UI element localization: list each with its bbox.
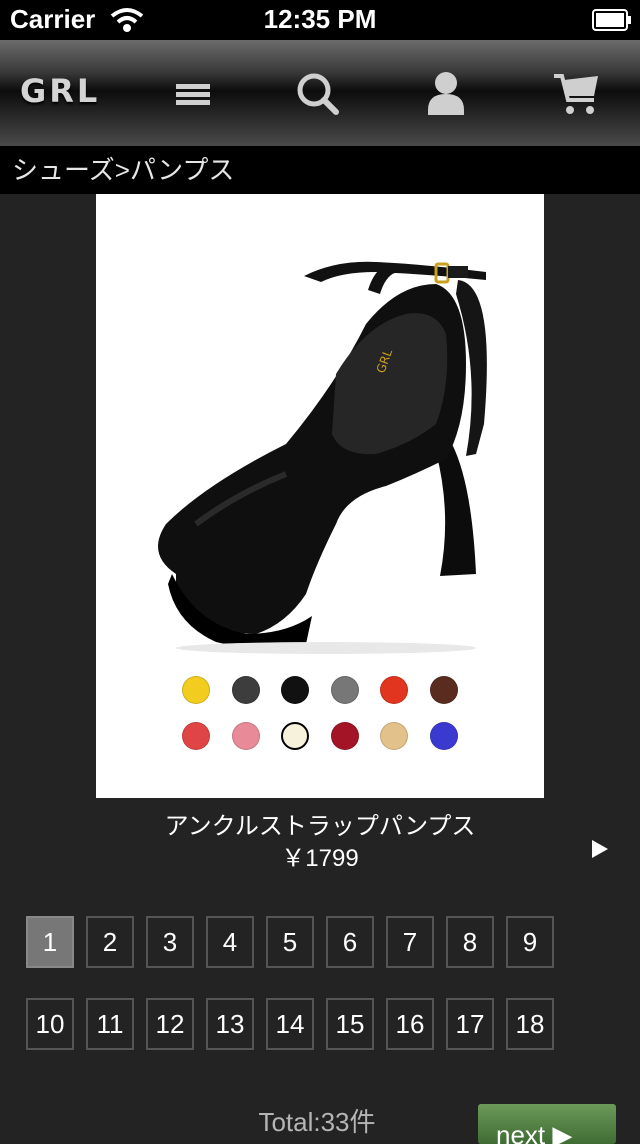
color-swatch[interactable] xyxy=(330,676,359,704)
color-swatch[interactable] xyxy=(429,676,458,704)
page-button[interactable]: 16 xyxy=(386,998,434,1050)
next-button[interactable]: next ▶ xyxy=(478,1104,616,1144)
product-name[interactable]: アンクルストラップパンプス xyxy=(0,806,640,841)
product-price: ￥1799 xyxy=(281,845,359,872)
color-swatch[interactable] xyxy=(429,722,458,750)
color-swatch[interactable] xyxy=(182,722,210,750)
page-button[interactable]: 15 xyxy=(326,998,374,1050)
page-button[interactable]: 3 xyxy=(146,916,194,968)
color-swatches xyxy=(182,676,458,768)
color-swatch-selected[interactable] xyxy=(281,722,310,750)
page-button[interactable]: 5 xyxy=(266,916,314,968)
page-button[interactable]: 9 xyxy=(506,916,554,968)
page-button[interactable]: 12 xyxy=(146,998,194,1050)
nav-bar: GRL xyxy=(0,40,640,146)
color-swatch[interactable] xyxy=(281,676,310,704)
page-button[interactable]: 13 xyxy=(206,998,254,1050)
page-row: 1 2 3 4 5 6 7 8 9 xyxy=(26,916,626,968)
color-swatch[interactable] xyxy=(380,676,409,704)
user-icon[interactable] xyxy=(422,70,470,118)
product-card[interactable]: GRL xyxy=(96,194,544,798)
page-button[interactable]: 10 xyxy=(26,998,74,1050)
color-swatch[interactable] xyxy=(182,676,210,704)
search-icon[interactable] xyxy=(294,70,342,118)
color-swatch[interactable] xyxy=(330,722,359,750)
product-image[interactable]: GRL xyxy=(136,224,506,654)
grl-logo[interactable]: GRL xyxy=(20,72,100,110)
clock: 12:35 PM xyxy=(263,4,377,34)
page-button-current[interactable]: 1 xyxy=(26,916,74,968)
page-button[interactable]: 8 xyxy=(446,916,494,968)
page-row: 10 11 12 13 14 15 16 17 18 xyxy=(26,998,626,1050)
color-swatch[interactable] xyxy=(380,722,409,750)
page-button[interactable]: 2 xyxy=(86,916,134,968)
play-arrow-icon[interactable] xyxy=(590,838,610,860)
page-button[interactable]: 14 xyxy=(266,998,314,1050)
page-button[interactable]: 17 xyxy=(446,998,494,1050)
page-button[interactable]: 11 xyxy=(86,998,134,1050)
status-bar: Carrier 12:35 PM xyxy=(0,0,640,40)
breadcrumb[interactable]: シューズ>パンプス xyxy=(0,146,640,194)
cart-icon[interactable] xyxy=(552,70,600,118)
pagination: 1 2 3 4 5 6 7 8 9 10 11 12 13 14 15 16 1… xyxy=(26,916,626,1080)
battery-icon xyxy=(592,9,631,31)
swatch-row xyxy=(182,722,458,750)
color-swatch[interactable] xyxy=(231,676,260,704)
swatch-row xyxy=(182,676,458,704)
page-button[interactable]: 18 xyxy=(506,998,554,1050)
page-button[interactable]: 4 xyxy=(206,916,254,968)
menu-icon[interactable] xyxy=(170,70,218,118)
page-button[interactable]: 6 xyxy=(326,916,374,968)
color-swatch[interactable] xyxy=(231,722,260,750)
page-button[interactable]: 7 xyxy=(386,916,434,968)
